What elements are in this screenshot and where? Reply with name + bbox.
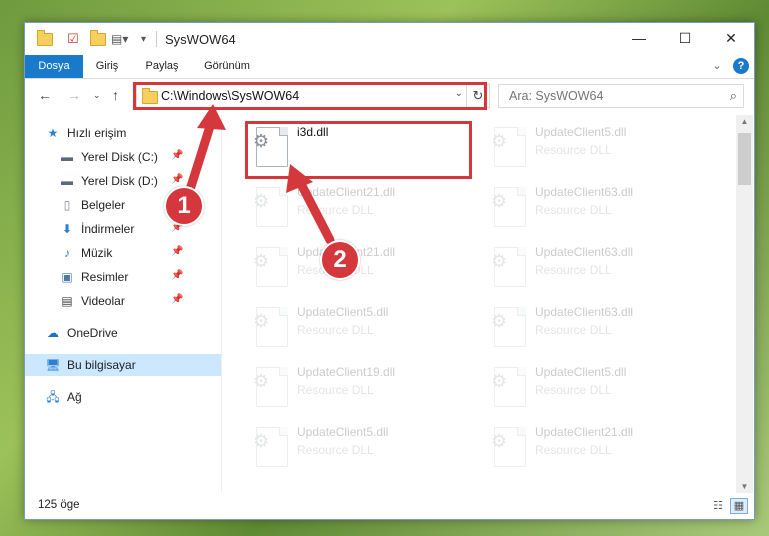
annotation-arrows [183,104,335,245]
step-1-badge: 1 [164,186,204,226]
arrow-1-shaft [183,115,217,201]
step-2-badge: 2 [320,240,360,280]
arrow-1-head [197,104,226,130]
arrow-2-shaft [295,177,335,245]
